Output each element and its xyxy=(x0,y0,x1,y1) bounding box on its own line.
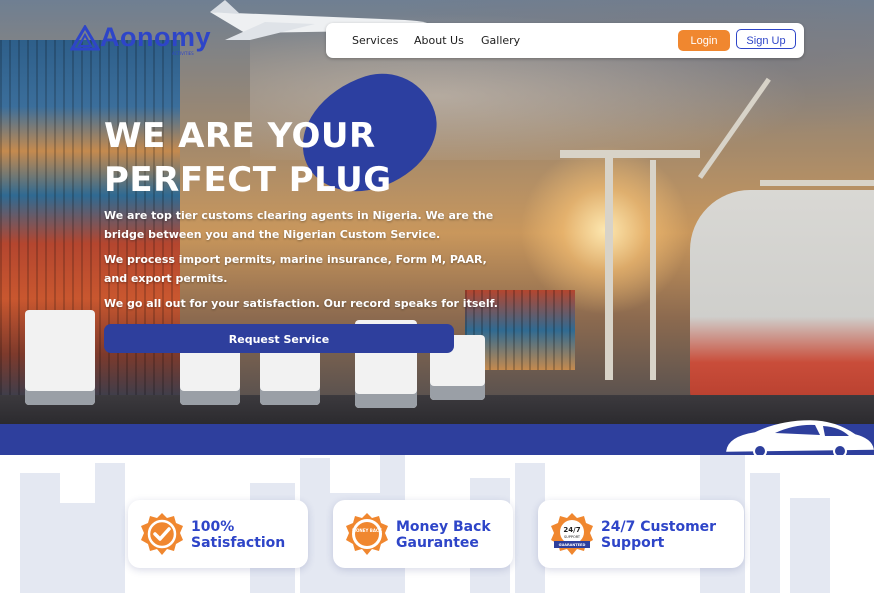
feature-line2: Satisfaction xyxy=(191,535,286,551)
hero-title-line1: WE ARE YOUR xyxy=(104,116,376,156)
feature-text: 100% Satisfaction xyxy=(191,519,351,551)
truck xyxy=(25,310,95,405)
feature-text: 24/7 Customer Support xyxy=(601,519,761,551)
hero-title-line2: PERFECT PLUG xyxy=(104,160,392,200)
nav-services[interactable]: Services xyxy=(352,34,398,47)
support-24-7-badge-icon: 24/7 SUPPORT GUARANTEED xyxy=(551,513,593,555)
crane-tower xyxy=(605,150,613,380)
triangle-a-icon xyxy=(70,24,100,50)
car-outline-icon xyxy=(726,420,874,457)
crane-tower xyxy=(650,160,656,380)
feature-card-support: 24/7 SUPPORT GUARANTEED 24/7 Customer Su… xyxy=(538,500,744,568)
feature-line1: Money Back xyxy=(396,519,491,535)
nav-gallery[interactable]: Gallery xyxy=(481,34,520,47)
brand-logo[interactable]: Aonomy ACTIVITIES xyxy=(70,22,211,56)
top-navbar: Services About Us Gallery Login Sign Up xyxy=(326,23,804,58)
badge-ribbon-text: GUARANTEED xyxy=(559,543,586,547)
hero-title: WE ARE YOUR PERFECT PLUG xyxy=(104,114,392,202)
hero-paragraph-1: We are top tier customs clearing agents … xyxy=(104,209,494,241)
nav-about-us[interactable]: About Us xyxy=(414,34,464,47)
feature-card-satisfaction: 100% Satisfaction xyxy=(128,500,308,568)
hero-paragraph-2: We process import permits, marine insura… xyxy=(104,253,487,285)
seal-text: MONEY BACK xyxy=(352,528,383,533)
request-service-button[interactable]: Request Service xyxy=(104,324,454,353)
feature-card-money-back: MONEY BACK Money Back Gaurantee xyxy=(333,500,513,568)
hero-paragraph-3: We go all out for your satisfaction. Our… xyxy=(104,297,498,310)
badge-24-7-text: 24/7 xyxy=(563,526,580,534)
signup-button[interactable]: Sign Up xyxy=(736,29,796,49)
badge-support-text: SUPPORT xyxy=(564,535,581,539)
login-button[interactable]: Login xyxy=(678,30,730,51)
cargo-ship xyxy=(690,190,874,420)
brand-tagline: ACTIVITIES xyxy=(172,51,194,56)
crane-beam xyxy=(560,150,700,158)
check-badge-icon xyxy=(141,513,183,555)
brand-name: Aonomy xyxy=(100,22,211,52)
feature-line1: 24/7 Customer xyxy=(601,519,717,535)
feature-line1: 100% xyxy=(191,519,235,535)
money-back-seal-icon: MONEY BACK xyxy=(346,513,388,555)
crane-beam xyxy=(760,180,874,186)
feature-line2: Gaurantee xyxy=(396,535,479,551)
feature-line2: Support xyxy=(601,535,665,551)
feature-text: Money Back Gaurantee xyxy=(396,519,556,551)
